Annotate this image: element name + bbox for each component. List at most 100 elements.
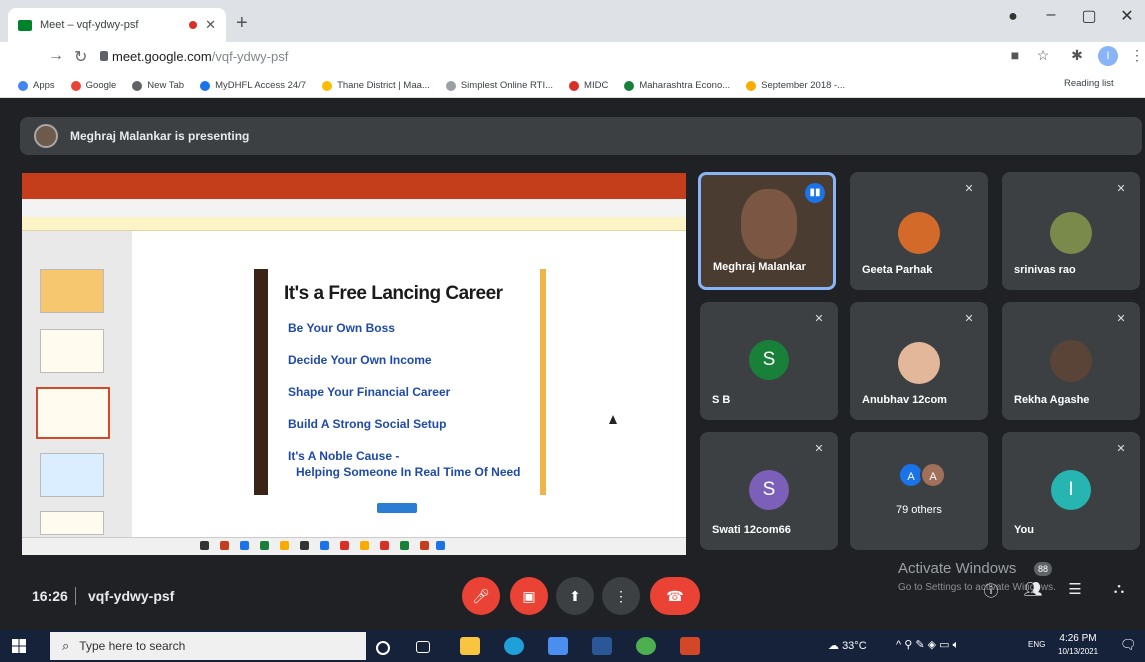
bookmark-favicon-icon [200,80,211,91]
close-window-button[interactable]: ✕ [1112,6,1142,26]
participant-tile[interactable]: ✕ Anubhav 12com [850,302,988,420]
bookmark-item[interactable]: September 2018 -... [746,80,845,91]
ppt-action-button[interactable] [377,503,417,513]
participant-tile[interactable]: ✕ S Swati 12com66 [700,432,838,550]
language-indicator[interactable]: ENG [1028,640,1045,649]
taskbar-search-box[interactable]: ⌕ Type here to search [50,632,366,660]
profile-dot-icon[interactable]: ● [998,8,1028,26]
bookmark-favicon-icon [746,80,757,91]
bookmark-star-icon[interactable]: ☆ [1032,47,1054,64]
bookmark-label: September 2018 -... [761,80,846,91]
slide-thumbnail[interactable] [40,329,104,373]
bookmark-item[interactable]: New Tab [132,80,184,91]
participant-name: Swati 12com66 [712,524,791,536]
slide-thumbnail-selected[interactable] [36,387,110,439]
slide-thumbnail[interactable] [40,453,104,497]
end-call-button[interactable]: ☎ [650,577,700,615]
bookmark-favicon-icon [569,80,580,91]
task-view-icon[interactable] [416,641,430,653]
url-host: meet.google.com [112,49,212,64]
slide-left-border [254,269,268,495]
ppt-titlebar [22,173,686,185]
powerpoint-icon[interactable] [680,637,700,655]
meeting-details-icon[interactable]: ⓘ [980,580,1002,602]
bookmark-favicon-icon [445,80,456,91]
bookmark-label: Maharashtra Econo... [639,80,731,91]
system-tray-icons[interactable]: ^ ⚲ ✎ ◈ ▭ 🔈︎ [896,638,959,652]
bookmark-item[interactable]: Maharashtra Econo... [624,80,730,91]
participant-tile[interactable]: ▮▮ Meghraj Malankar [698,172,836,290]
participant-avatar: S [749,470,789,510]
minimize-button[interactable]: – [1036,6,1066,24]
mic-toggle-button[interactable]: 🎤︎ [462,577,500,615]
shared-screen[interactable]: It's a Free Lancing Career Be Your Own B… [22,173,686,555]
participant-avatar: S [749,340,789,380]
present-screen-button[interactable]: ⬆ [556,577,594,615]
people-icon[interactable]: 👥︎ [1022,580,1044,602]
bookmark-item[interactable]: Google [70,80,116,91]
more-options-button[interactable]: ⋮ [602,577,640,615]
bookmark-item[interactable]: Thane District | Maa... [322,80,430,91]
shared-taskbar-app-icon [260,541,269,550]
edge-icon[interactable] [504,637,524,655]
camera-toggle-button[interactable]: ▣ [510,577,548,615]
camera-indicator-icon[interactable]: ■ [1004,47,1026,63]
browser-tab[interactable]: Meet – vqf-ydwy-psf ✕ [8,8,226,42]
shared-taskbar-app-icon [200,541,209,550]
shared-taskbar-app-icon [280,541,289,550]
bookmark-item[interactable]: Simplest Online RTI... [445,80,553,91]
slide-bullet: Be Your Own Boss [288,321,395,335]
bookmark-label: MIDC [584,80,609,91]
participant-tile[interactable]: ✕ Geeta Parhak [850,172,988,290]
clock-date: 10/13/2021 [1058,647,1099,656]
shared-taskbar-app-icon [300,541,309,550]
lock-icon [100,51,108,61]
chrome-icon[interactable] [636,637,656,655]
shared-taskbar-app-icon [436,541,445,550]
shared-taskbar-app-icon [320,541,329,550]
taskbar-clock[interactable]: 4:26 PM 10/13/2021 [1058,632,1098,658]
slide-thumbnail[interactable] [40,269,104,313]
participant-tile[interactable]: ✕ Rekha Agashe [1002,302,1140,420]
others-tile[interactable]: A A 79 others [850,432,988,550]
restore-button[interactable]: ▢ [1074,6,1104,26]
mic-off-icon: ✕ [1116,183,1126,195]
url-field[interactable]: meet.google.com/vqf-ydwy-psf [112,49,288,64]
file-explorer-icon[interactable] [460,637,480,655]
tab-close-icon[interactable]: ✕ [205,17,216,33]
participant-tile[interactable]: ✕ S S B [700,302,838,420]
bookmark-item[interactable]: Apps [18,80,55,91]
notifications-icon[interactable]: 🗨︎ [1120,637,1137,653]
bookmark-item[interactable]: MyDHFL Access 24/7 [200,80,306,91]
cortana-icon[interactable] [376,641,390,655]
bookmark-item[interactable]: MIDC [569,80,608,91]
slide-bullet: Shape Your Financial Career [288,385,451,399]
participant-tile-self[interactable]: ✕ I You [1002,432,1140,550]
slide-bullet: Decide Your Own Income [288,353,432,367]
profile-avatar[interactable]: I [1098,46,1118,66]
chat-icon[interactable]: ☰ [1064,580,1086,602]
reload-button[interactable]: ↻ [74,47,87,67]
shared-taskbar-app-icon [360,541,369,550]
reading-list-button[interactable]: Reading list [1064,78,1114,89]
slide-thumbnail[interactable] [40,511,104,535]
browser-menu-icon[interactable]: ⋮ [1126,47,1145,64]
shared-taskbar-app-icon [380,541,389,550]
meeting-code: vqf-ydwy-psf [88,588,175,604]
extensions-icon[interactable]: ✱ [1066,47,1088,64]
new-tab-button[interactable]: + [236,12,248,35]
activities-icon[interactable]: ⛬ [1108,580,1130,602]
taskbar-app-icon[interactable] [548,637,568,655]
bookmark-favicon-icon [18,80,28,91]
participant-photo [1050,212,1092,254]
back-button[interactable]: → [48,47,64,65]
weather-widget[interactable]: ☁ 33°C [828,639,867,652]
shared-taskbar-app-icon [400,541,409,550]
mouse-cursor-icon [609,415,617,424]
bookmark-favicon-icon [70,80,81,91]
participant-tile[interactable]: ✕ srinivas rao [1002,172,1140,290]
windows-start-icon[interactable] [12,639,26,653]
bookmark-label: Thane District | Maa... [337,80,430,91]
divider [75,587,76,605]
word-icon[interactable] [592,637,612,655]
